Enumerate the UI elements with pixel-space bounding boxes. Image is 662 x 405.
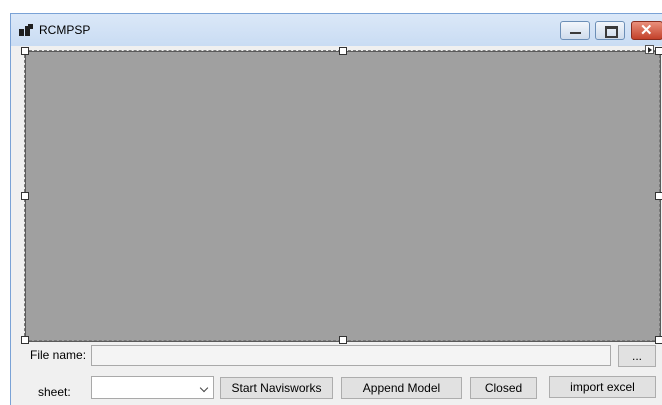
window-title: RCMPSP xyxy=(39,23,91,37)
chevron-down-icon xyxy=(199,383,209,393)
minimize-button[interactable] xyxy=(560,21,590,40)
file-name-input[interactable] xyxy=(91,345,611,366)
resize-handle-top-center[interactable] xyxy=(339,47,347,55)
close-button[interactable]: ✕ xyxy=(631,21,662,40)
closed-button[interactable]: Closed xyxy=(470,377,537,399)
append-model-button[interactable]: Append Model xyxy=(341,377,462,399)
browse-button[interactable]: ... xyxy=(618,345,656,367)
resize-handle-middle-right[interactable] xyxy=(655,192,662,200)
resize-handle-bottom-right[interactable] xyxy=(655,336,662,344)
maximize-button[interactable] xyxy=(595,21,625,40)
resize-handle-middle-left[interactable] xyxy=(21,192,29,200)
start-navisworks-button[interactable]: Start Navisworks xyxy=(220,377,333,399)
resize-handle-top-left[interactable] xyxy=(21,47,29,55)
app-icon xyxy=(19,24,33,36)
file-name-label: File name: xyxy=(30,348,87,362)
smart-tag-arrow-icon[interactable] xyxy=(645,45,654,54)
sheet-dropdown[interactable] xyxy=(91,376,214,399)
model-view-panel[interactable] xyxy=(25,51,661,342)
resize-handle-bottom-center[interactable] xyxy=(339,336,347,344)
title-bar[interactable]: RCMPSP ✕ xyxy=(11,14,662,46)
resize-handle-bottom-left[interactable] xyxy=(21,336,29,344)
sheet-label: sheet: xyxy=(38,385,71,399)
minimize-icon xyxy=(570,32,581,34)
maximize-icon xyxy=(605,26,618,38)
import-excel-button[interactable]: import excel xyxy=(549,376,656,398)
main-window: RCMPSP ✕ File name: ... sheet: Start Nav… xyxy=(10,13,662,405)
resize-handle-top-right[interactable] xyxy=(655,47,662,55)
close-icon: ✕ xyxy=(640,22,653,39)
